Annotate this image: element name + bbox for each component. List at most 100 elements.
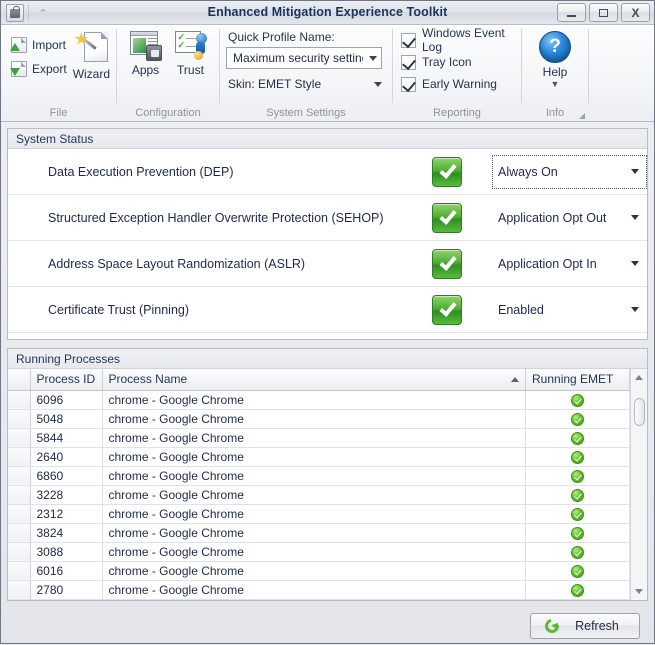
scroll-down-button[interactable] (631, 583, 648, 600)
export-button[interactable]: Export (7, 57, 71, 81)
column-header-running-emet[interactable]: Running EMET (525, 369, 630, 391)
table-row[interactable]: 5048 chrome - Google Chrome (8, 409, 630, 429)
checkbox-icon (401, 54, 416, 70)
refresh-button[interactable]: Refresh (530, 612, 640, 639)
row-selector[interactable] (8, 390, 31, 410)
maximize-button[interactable] (589, 3, 618, 22)
cell-process-id: 6860 (30, 466, 103, 486)
checkbox-windows-event-log[interactable]: Windows Event Log (401, 26, 515, 54)
table-row[interactable]: 2640 chrome - Google Chrome (8, 447, 630, 467)
system-status-title: System Status (8, 129, 647, 149)
mitigation-setting-value: Always On (498, 164, 558, 179)
wizard-wand-icon (74, 31, 109, 65)
ribbon-group-file: Import Export Wizard File (1, 25, 116, 121)
green-check-circle-icon (571, 431, 584, 445)
dialog-launcher-icon[interactable] (579, 113, 585, 119)
ribbon-group-configuration: Apps ✓ ✓ Trust Configuration (117, 25, 219, 121)
wizard-button[interactable]: Wizard (73, 29, 110, 81)
process-table-body: 6096 chrome - Google Chrome 5048 chrome … (8, 390, 630, 600)
table-row[interactable]: 3228 chrome - Google Chrome (8, 485, 630, 505)
apps-button[interactable]: Apps (123, 29, 168, 77)
row-selector-header (8, 369, 31, 391)
mitigation-setting-combo-sehop[interactable]: Application Opt Out (492, 201, 647, 235)
cell-running-emet (525, 561, 630, 581)
group-separator (588, 29, 589, 103)
close-button[interactable]: X (621, 3, 650, 22)
column-header-process-name[interactable]: Process Name (102, 369, 526, 391)
table-row[interactable]: 3088 chrome - Google Chrome (8, 542, 630, 562)
green-check-circle-icon (571, 412, 584, 426)
green-check-circle-icon (571, 488, 584, 502)
footer-bar: Refresh (7, 607, 648, 645)
table-row[interactable]: 2312 chrome - Google Chrome (8, 504, 630, 524)
running-processes-panel: Running Processes Process ID Process Nam… (7, 348, 648, 601)
mitigation-setting-combo-certificate-trust[interactable]: Enabled (492, 293, 647, 327)
checkbox-early-warning[interactable]: Early Warning (401, 73, 497, 95)
quick-profile-combo[interactable]: Maximum security settings (226, 47, 382, 69)
cell-process-name: chrome - Google Chrome (102, 485, 526, 505)
process-table: Process ID Process Name Running EMET 609… (8, 369, 630, 600)
mitigation-status (402, 248, 492, 279)
scroll-up-button[interactable] (631, 369, 648, 386)
chevron-down-icon (374, 81, 382, 87)
green-check-circle-icon (571, 526, 584, 540)
scrollbar-thumb[interactable] (633, 398, 645, 426)
mitigation-setting-combo-dep[interactable]: Always On (492, 154, 647, 189)
cell-process-name: chrome - Google Chrome (102, 447, 526, 467)
table-row[interactable]: 2780 chrome - Google Chrome (8, 580, 630, 600)
cell-process-name: chrome - Google Chrome (102, 542, 526, 562)
table-row[interactable]: 6096 chrome - Google Chrome (8, 390, 630, 410)
cell-process-name: chrome - Google Chrome (102, 466, 526, 486)
apps-window-icon (129, 31, 162, 61)
cell-process-name: chrome - Google Chrome (102, 580, 526, 600)
row-selector[interactable] (8, 580, 31, 600)
table-row[interactable]: 3824 chrome - Google Chrome (8, 523, 630, 543)
row-selector[interactable] (8, 428, 31, 448)
row-selector[interactable] (8, 409, 31, 429)
green-check-circle-icon (571, 545, 584, 559)
table-row[interactable]: 6860 chrome - Google Chrome (8, 466, 630, 486)
cell-process-id: 2780 (30, 580, 103, 600)
mitigation-status (402, 294, 492, 325)
green-check-circle-icon (571, 564, 584, 578)
cell-running-emet (525, 428, 630, 448)
row-selector[interactable] (8, 542, 31, 562)
column-header-process-id[interactable]: Process ID (30, 369, 103, 391)
help-button[interactable]: ? Help ▼ (528, 29, 582, 89)
checkbox-tray-icon[interactable]: Tray Icon (401, 51, 472, 73)
column-header-label: Process Name (108, 372, 188, 387)
cell-process-id: 6096 (30, 390, 103, 410)
cell-running-emet (525, 447, 630, 467)
group-caption-file: File (49, 107, 68, 119)
trust-button[interactable]: ✓ ✓ Trust (168, 29, 213, 77)
help-question-icon: ? (539, 31, 571, 63)
checkbox-label: Windows Event Log (422, 26, 505, 54)
row-selector[interactable] (8, 523, 31, 543)
chevron-down-icon (631, 307, 639, 312)
ribbon-group-system-settings: Quick Profile Name: Maximum security set… (220, 25, 392, 121)
cell-process-id: 3228 (30, 485, 103, 505)
row-selector[interactable] (8, 447, 31, 467)
row-selector[interactable] (8, 485, 31, 505)
chevron-down-icon (369, 55, 377, 61)
chevron-down-icon[interactable]: ▼ (551, 80, 560, 89)
import-button[interactable]: Import (7, 33, 71, 57)
row-selector[interactable] (8, 466, 31, 486)
table-row[interactable]: 6016 chrome - Google Chrome (8, 561, 630, 581)
row-selector[interactable] (8, 561, 31, 581)
green-check-circle-icon (571, 583, 584, 597)
process-grid-scrollbar[interactable] (630, 369, 647, 600)
cell-process-id: 3088 (30, 542, 103, 562)
cell-process-id: 6016 (30, 561, 103, 581)
system-status-panel: System Status Data Execution Prevention … (7, 128, 648, 340)
row-selector[interactable] (8, 504, 31, 524)
group-caption-reporting: Reporting (433, 107, 481, 119)
green-check-icon (432, 156, 462, 187)
cell-process-name: chrome - Google Chrome (102, 428, 526, 448)
cell-running-emet (525, 504, 630, 524)
table-row[interactable]: 5844 chrome - Google Chrome (8, 428, 630, 448)
mitigation-setting-combo-aslr[interactable]: Application Opt In (492, 247, 647, 281)
skin-combo[interactable]: Skin: EMET Style (226, 73, 386, 95)
minimize-button[interactable] (557, 3, 586, 22)
scrollbar-track[interactable] (631, 386, 648, 583)
